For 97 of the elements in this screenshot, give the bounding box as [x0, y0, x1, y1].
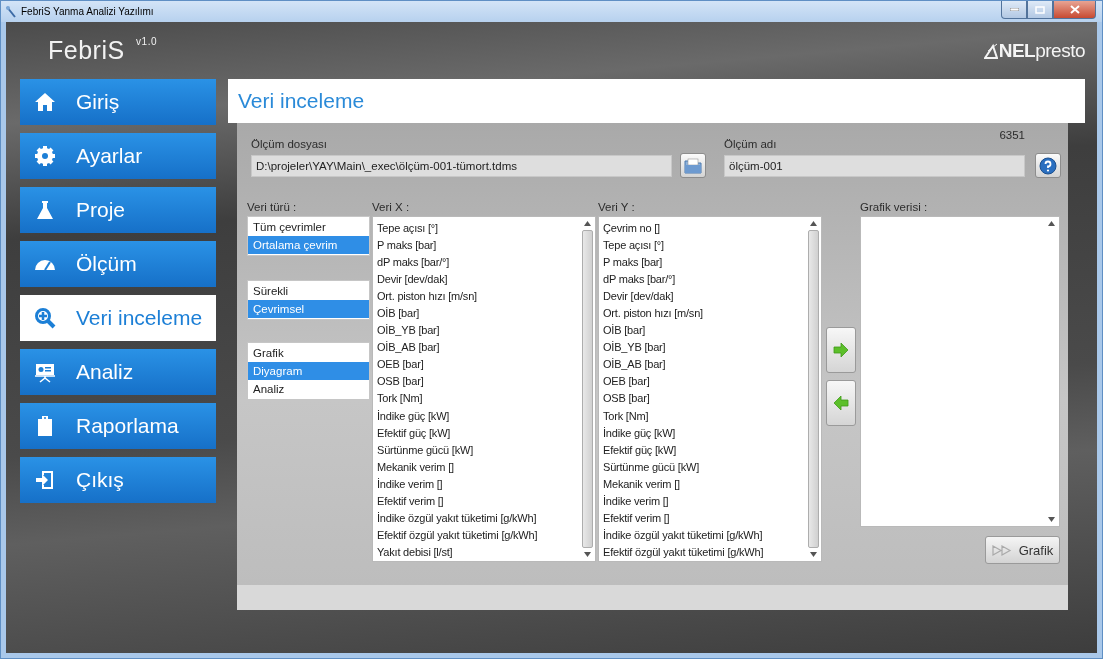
- list-label: Grafik verisi :: [860, 200, 929, 215]
- sidebar-icon: [34, 91, 56, 113]
- list-option[interactable]: Sürekli: [248, 282, 369, 300]
- list-option[interactable]: Analiz: [248, 380, 369, 398]
- list-item[interactable]: Ort. piston hızı [m/sn]: [377, 287, 580, 305]
- scroll-up-icon[interactable]: [1048, 221, 1055, 226]
- list-item[interactable]: Tepe açısı [°]: [377, 219, 580, 237]
- close-button[interactable]: [1053, 1, 1096, 19]
- list-item[interactable]: OEB [bar]: [377, 355, 580, 373]
- list-label: Veri türü :: [247, 200, 298, 215]
- help-icon: [1039, 156, 1057, 175]
- sidebar-item[interactable]: Çıkış: [20, 457, 216, 503]
- graph-button[interactable]: Grafik: [985, 536, 1060, 564]
- page-title: Veri inceleme: [238, 89, 365, 113]
- list-item[interactable]: OSB [bar]: [377, 372, 580, 390]
- list-item[interactable]: OİB [bar]: [603, 321, 806, 339]
- scroll-up-icon[interactable]: [810, 221, 817, 226]
- list-label: Veri X :: [372, 200, 411, 215]
- sidebar-icon: [34, 145, 56, 167]
- list-item[interactable]: Sürtünme gücü [kW]: [377, 441, 580, 459]
- sidebar-icon: [34, 469, 56, 491]
- list-item[interactable]: Efektif özgül yakıt tüketimi [g/kWh]: [377, 526, 580, 544]
- list-item[interactable]: Ort. piston hızı [m/sn]: [603, 304, 806, 322]
- list-option[interactable]: Grafik: [248, 344, 369, 362]
- list-item[interactable]: OİB_YB [bar]: [377, 321, 580, 339]
- maximize-icon: [1035, 5, 1045, 14]
- open-file-button[interactable]: [680, 153, 706, 178]
- maximize-button[interactable]: [1027, 1, 1053, 19]
- sidebar-item[interactable]: Raporlama: [20, 403, 216, 449]
- list-item[interactable]: OİB_AB [bar]: [377, 338, 580, 356]
- list-item[interactable]: OEB [bar]: [603, 372, 806, 390]
- folder-icon: [684, 157, 702, 174]
- list-item[interactable]: Mekanik verim []: [603, 475, 806, 493]
- y-data-list[interactable]: [598, 216, 822, 562]
- add-button[interactable]: [826, 327, 856, 373]
- list-item[interactable]: İndike güç [kW]: [603, 424, 806, 442]
- list-option[interactable]: Tüm çevrimler: [248, 218, 369, 236]
- list-item[interactable]: İndike verim []: [603, 492, 806, 510]
- minimize-icon: [1009, 8, 1019, 11]
- list-item[interactable]: İndike güç [kW]: [377, 407, 580, 425]
- list-item[interactable]: İndike özgül yakıt tüketimi [g/kWh]: [377, 509, 580, 527]
- minimize-button[interactable]: [1001, 1, 1027, 19]
- list-item[interactable]: P maks [bar]: [603, 253, 806, 271]
- scroll-up-icon[interactable]: [584, 221, 591, 226]
- list-item[interactable]: Yakıt debisi [l/st]: [377, 543, 580, 561]
- list-item[interactable]: Efektif verim []: [377, 492, 580, 510]
- list-item[interactable]: Çevrim no []: [603, 219, 806, 237]
- list-item[interactable]: Devir [dev/dak]: [377, 270, 580, 288]
- app-icon: [5, 5, 17, 18]
- sidebar-item[interactable]: Ayarlar: [20, 133, 216, 179]
- file-path-field[interactable]: D:\projeler\YAY\Main\_exec\ölçüm-001-tümort.tdms: [251, 154, 672, 177]
- list-item[interactable]: OİB_AB [bar]: [603, 355, 806, 373]
- arrow-right-icon: [833, 343, 849, 357]
- list-item[interactable]: dP maks [bar/°]: [603, 270, 806, 288]
- sidebar-item[interactable]: Ölçüm: [20, 241, 216, 287]
- list-item[interactable]: Efektif güç [kW]: [603, 441, 806, 459]
- list-item[interactable]: Efektif güç [kW]: [377, 424, 580, 442]
- list-item[interactable]: Devir [dev/dak]: [603, 287, 806, 305]
- list-item[interactable]: İndike verim []: [377, 475, 580, 493]
- list-item[interactable]: Tepe açısı [°]: [603, 236, 806, 254]
- list-item[interactable]: OİB [bar]: [377, 304, 580, 322]
- sidebar-icon: [34, 307, 56, 329]
- list-item[interactable]: OSB [bar]: [603, 389, 806, 408]
- app-name: FebriS $^{v1.0}$: [48, 36, 157, 65]
- list-item[interactable]: İndike özgül yakıt tüketimi [g/kWh]: [603, 526, 806, 544]
- x-data-list[interactable]: [372, 216, 596, 562]
- sidebar-item[interactable]: Proje: [20, 187, 216, 233]
- sidebar-item[interactable]: Veri inceleme: [20, 295, 216, 341]
- brand-logo: NELpresto: [998, 39, 1085, 62]
- arrow-left-icon: [833, 396, 849, 410]
- field-label: Ölçüm dosyası: [251, 137, 329, 152]
- window-title: FebriS Yanma Analizi Yazılımı: [21, 6, 154, 17]
- close-icon: [1069, 5, 1080, 14]
- sidebar-icon: [34, 199, 56, 221]
- field-label: Ölçüm adı: [724, 137, 777, 152]
- list-item[interactable]: Mekanik verim []: [377, 458, 580, 476]
- list-item[interactable]: Tork [Nm]: [603, 407, 806, 425]
- list-item[interactable]: Efektif özgül yakıt tüketimi [g/kWh]: [603, 543, 806, 561]
- scroll-down-icon[interactable]: [1048, 517, 1055, 522]
- scroll-down-icon[interactable]: [584, 552, 591, 557]
- list-item[interactable]: Tork [Nm]: [377, 389, 580, 408]
- count-label: 6351: [999, 129, 1025, 143]
- list-item[interactable]: Sürtünme gücü [kW]: [603, 458, 806, 476]
- logo-mark-icon: [983, 42, 998, 59]
- sidebar-item[interactable]: Giriş: [20, 79, 216, 125]
- list-item[interactable]: dP maks [bar/°]: [377, 253, 580, 271]
- list-item[interactable]: P maks [bar]: [377, 236, 580, 254]
- sidebar-icon: [34, 361, 56, 383]
- measurement-name-field[interactable]: ölçüm-001: [724, 154, 1025, 177]
- remove-button[interactable]: [826, 380, 856, 426]
- list-item[interactable]: Efektif verim []: [603, 509, 806, 527]
- double-play-icon: [991, 544, 1012, 556]
- scroll-down-icon[interactable]: [810, 552, 817, 557]
- help-button[interactable]: [1035, 153, 1061, 178]
- sidebar-item[interactable]: Analiz: [20, 349, 216, 395]
- list-label: Veri Y :: [598, 200, 636, 215]
- list-item[interactable]: OİB_YB [bar]: [603, 338, 806, 356]
